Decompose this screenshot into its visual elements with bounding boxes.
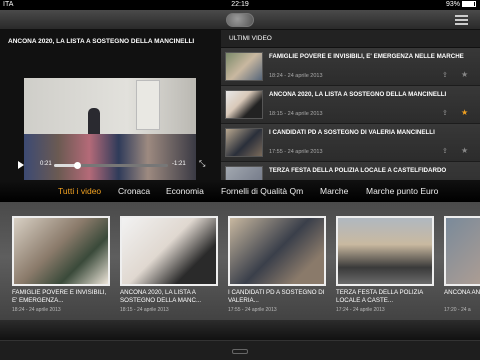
status-bar: ITA 22:19 93% [0,0,480,10]
video-card[interactable]: I CANDIDATI PD A SOSTEGNO DI VALERIA... 1… [228,214,326,316]
video-card[interactable]: ANCONA 2020, LA LISTA A SOSTEGNO DELLA M… [120,214,218,316]
category-tab[interactable]: Economia [166,180,204,202]
share-icon[interactable]: ⇪ [442,147,448,155]
clock: 22:19 [231,1,249,8]
play-icon[interactable] [18,161,24,169]
share-icon[interactable]: ⇪ [442,71,448,79]
hamburger-menu-icon[interactable] [455,15,468,25]
video-player[interactable]: ANCONA 2020, LA LISTA A SOSTEGNO DELLA M… [0,30,220,190]
favorite-star-icon[interactable]: ★ [461,108,468,117]
video-card-title: TERZA FESTA DELLA POLIZIA LOCALE A CASTE… [336,289,423,304]
video-thumbnail[interactable] [225,90,263,119]
video-shelf: FAMIGLIE POVERE E INVISIBILI, E' EMERGEN… [0,202,480,340]
video-controls: 0:21 -1:21 ⤡ [0,158,220,172]
video-card[interactable]: ANCONA ANNI 17:20 - 24 a [444,214,480,316]
category-tab[interactable]: Cronaca [118,180,150,202]
favorite-star-icon[interactable]: ★ [461,146,468,155]
video-card-date: 18:15 - 24 aprile 2013 [120,307,169,313]
video-item-date: 18:24 - 24 aprile 2013 [269,73,323,79]
elapsed-time: 0:21 [40,161,52,167]
app-logo-icon[interactable] [226,13,254,27]
video-thumbnail[interactable] [444,216,480,286]
scrub-knob[interactable] [73,162,81,169]
video-card-title: FAMIGLIE POVERE E INVISIBILI, E' EMERGEN… [12,289,107,304]
video-item-title: ANCONA 2020, LA LISTA A SOSTEGNO DELLA M… [269,91,447,98]
video-thumbnail[interactable] [225,52,263,81]
video-frame[interactable] [24,78,196,190]
latest-video-item[interactable]: FAMIGLIE POVERE E INVISIBILI, E' EMERGEN… [221,48,480,86]
favorite-star-icon[interactable]: ★ [461,70,468,79]
video-card[interactable]: FAMIGLIE POVERE E INVISIBILI, E' EMERGEN… [12,214,110,316]
latest-videos-panel: ULTIMI VIDEO FAMIGLIE POVERE E INVISIBIL… [220,30,480,180]
video-thumbnail[interactable] [225,166,263,180]
video-thumbnail[interactable] [228,216,326,286]
category-tab[interactable]: Marche [320,180,348,202]
video-card-date: 17:20 - 24 a [444,307,471,313]
video-card-title: ANCONA ANNI [444,289,480,296]
video-card-date: 17:55 - 24 aprile 2013 [228,307,277,313]
video-item-title: FAMIGLIE POVERE E INVISIBILI, E' EMERGEN… [269,53,464,60]
share-icon[interactable]: ⇪ [442,109,448,117]
video-item-title: TERZA FESTA DELLA POLIZIA LOCALE A CASTE… [269,167,447,174]
video-title: ANCONA 2020, LA LISTA A SOSTEGNO DELLA M… [8,38,195,45]
scrub-bar[interactable] [54,162,168,169]
video-card-date: 18:24 - 24 aprile 2013 [12,307,61,313]
video-card-title: ANCONA 2020, LA LISTA A SOSTEGNO DELLA M… [120,289,202,304]
latest-video-item[interactable]: ANCONA 2020, LA LISTA A SOSTEGNO DELLA M… [221,86,480,124]
category-tab[interactable]: Tutti i video [58,180,101,202]
category-tab[interactable]: Fornelli di Qualità Qm [221,180,303,202]
battery-icon [462,1,476,8]
video-thumbnail[interactable] [225,128,263,157]
battery-percent: 93% [445,1,460,8]
fullscreen-icon[interactable]: ⤡ [199,160,207,168]
category-bar: Tutti i video Cronaca Economia Fornelli di … [0,180,480,202]
video-item-title: I CANDIDATI PD A SOSTEGNO DI VALERIA MAN… [269,129,435,136]
battery-status: 93% [446,0,476,10]
video-card-title: I CANDIDATI PD A SOSTEGNO DI VALERIA... [228,289,325,304]
latest-videos-header: ULTIMI VIDEO [221,30,480,48]
drawer-handle-icon[interactable] [232,349,248,354]
video-thumbnail[interactable] [336,216,434,286]
category-tab[interactable]: Marche punto Euro [366,180,438,202]
shelf-edge [0,320,480,340]
latest-video-item[interactable]: I CANDIDATI PD A SOSTEGNO DI VALERIA MAN… [221,124,480,162]
bottom-bar [0,340,480,360]
remaining-time: -1:21 [172,161,186,167]
video-item-date: 18:15 - 24 aprile 2013 [269,111,323,117]
top-navbar [0,10,480,30]
latest-video-item[interactable]: TERZA FESTA DELLA POLIZIA LOCALE A CASTE… [221,162,480,180]
video-thumbnail[interactable] [120,216,218,286]
video-card-date: 17:24 - 24 aprile 2013 [336,307,385,313]
video-thumbnail[interactable] [12,216,110,286]
video-card[interactable]: TERZA FESTA DELLA POLIZIA LOCALE A CASTE… [336,214,434,316]
video-item-date: 17:55 - 24 aprile 2013 [269,149,323,155]
